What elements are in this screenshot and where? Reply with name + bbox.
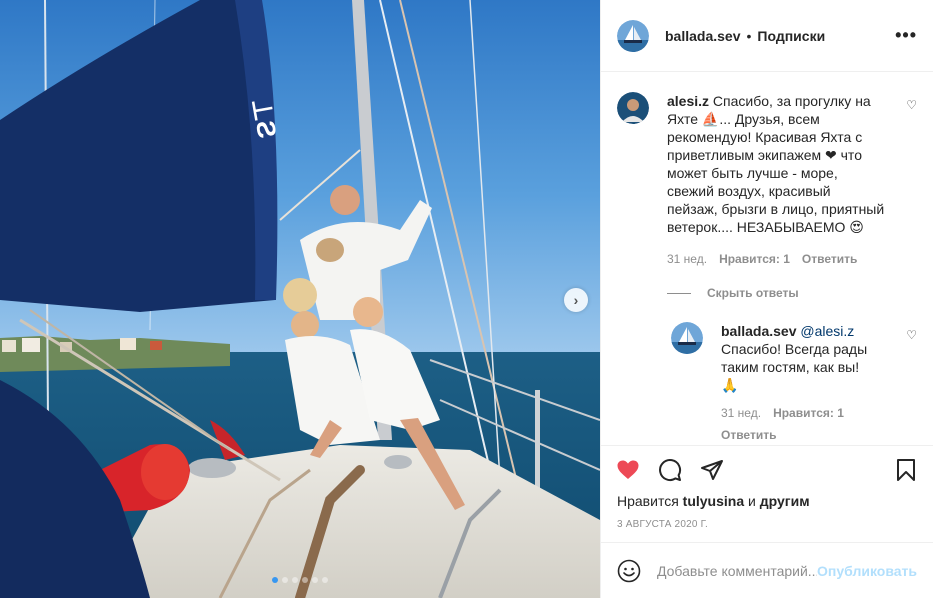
author-avatar[interactable] (617, 19, 649, 52)
reply-like-icon[interactable]: ♡ (906, 328, 917, 342)
emoji-icon[interactable] (617, 559, 641, 583)
carousel-dot (292, 577, 298, 583)
reply-username[interactable]: ballada.sev (721, 323, 797, 339)
comment-meta: 31 нед. Нравится: 1 Ответить (667, 250, 885, 268)
carousel-dot (312, 577, 318, 583)
publish-button[interactable]: Опубликовать (817, 563, 917, 579)
comment-like-icon[interactable]: ♡ (906, 98, 917, 112)
comment-username[interactable]: alesi.z (667, 93, 709, 109)
following-button[interactable]: Подписки (757, 28, 825, 44)
carousel-dot (272, 577, 278, 583)
replies-divider (667, 292, 691, 294)
more-icon[interactable]: ••• (895, 25, 917, 46)
reply-item: ballada.sev @alesi.z Спасибо! Всегда рад… (671, 322, 917, 444)
reply-meta: 31 нед. Нравится: 1 Ответить (721, 404, 876, 444)
reply-body: ballada.sev @alesi.z Спасибо! Всегда рад… (721, 322, 876, 444)
share-icon[interactable] (699, 457, 725, 483)
reply-mention[interactable]: @alesi.z (800, 323, 854, 339)
next-photo-button[interactable]: › (564, 288, 588, 312)
hide-replies-button[interactable]: Скрыть ответы (667, 286, 917, 300)
carousel-dot (282, 577, 288, 583)
bookmark-icon[interactable] (893, 457, 919, 483)
comment-reply-button[interactable]: Ответить (802, 250, 857, 268)
separator-dot: • (746, 27, 752, 44)
liker-username[interactable]: tulyusina (683, 493, 744, 509)
likes-middle: и (748, 493, 756, 509)
reply-likes[interactable]: Нравится: 1 (773, 404, 844, 422)
carousel-indicator (0, 577, 600, 583)
comment-item: alesi.z Спасибо, за прогулку на Яхте ⛵..… (617, 92, 917, 268)
reply-text: Спасибо! Всегда рады таким гостям, как в… (721, 341, 868, 393)
action-bar (601, 445, 933, 493)
comment-input[interactable] (657, 562, 818, 579)
comment-age[interactable]: 31 нед. (667, 250, 707, 268)
reply-avatar[interactable] (671, 322, 703, 354)
comment-text: Спасибо, за прогулку на Яхте ⛵... Друзья… (667, 93, 885, 235)
comment-icon[interactable] (657, 457, 683, 483)
author-username[interactable]: ballada.sev (665, 28, 741, 44)
chevron-right-icon: › (573, 292, 579, 308)
add-comment-bar: Опубликовать (601, 542, 933, 598)
carousel-dot (302, 577, 308, 583)
likes-summary: Нравится tulyusina и другим (601, 493, 933, 509)
comment-body: alesi.z Спасибо, за прогулку на Яхте ⛵..… (667, 92, 885, 268)
comments-list: alesi.z Спасибо, за прогулку на Яхте ⛵..… (601, 72, 933, 445)
yacht-photo-illustration: ⊥Ƨ (0, 0, 600, 598)
post-date[interactable]: 3 августа 2020 г. (601, 519, 933, 530)
post-header: ballada.sev • Подписки ••• (601, 0, 933, 72)
commenter-avatar[interactable] (617, 92, 649, 124)
post-photo[interactable]: ⊥Ƨ › (0, 0, 600, 598)
comment-likes[interactable]: Нравится: 1 (719, 250, 790, 268)
likes-others-link[interactable]: другим (760, 493, 810, 509)
hide-replies-label: Скрыть ответы (707, 286, 799, 300)
post-sidebar: ballada.sev • Подписки ••• alesi.z Спаси… (600, 0, 933, 598)
reply-reply-button[interactable]: Ответить (721, 426, 776, 444)
likes-prefix: Нравится (617, 493, 679, 509)
heart-icon[interactable] (615, 457, 641, 483)
reply-age[interactable]: 31 нед. (721, 404, 761, 422)
carousel-dot (322, 577, 328, 583)
